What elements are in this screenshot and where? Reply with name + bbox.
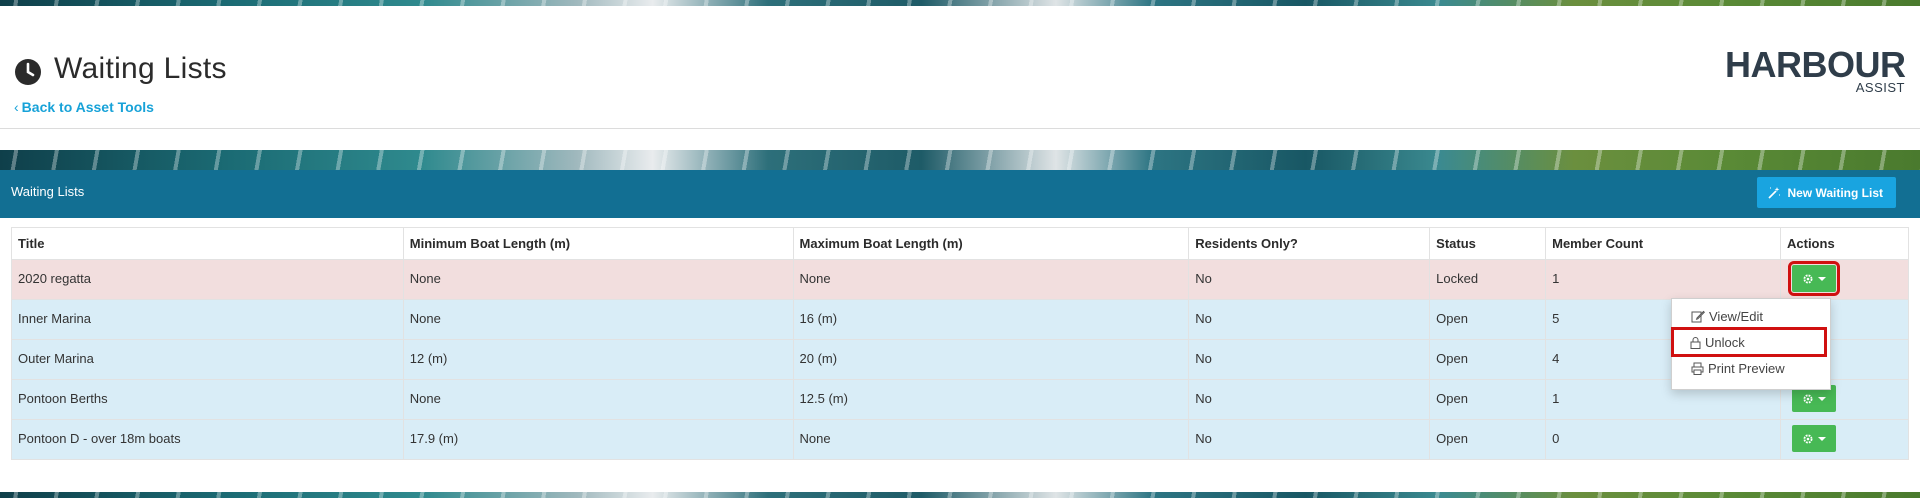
row-actions-dropdown-menu: View/Edit Unlock Print Preview: [1671, 298, 1831, 390]
back-to-asset-tools-link[interactable]: ‹ Back to Asset Tools: [14, 99, 154, 115]
cell-max-length: None: [792, 419, 1190, 460]
cell-residents-only: No: [1188, 379, 1431, 420]
chevron-left-icon: ‹: [14, 99, 19, 115]
banner-photo-strip: [0, 150, 1920, 170]
cell-max-length: 20 (m): [792, 339, 1190, 380]
waiting-lists-table: Title Minimum Boat Length (m) Maximum Bo…: [11, 227, 1909, 460]
logo-subtitle: ASSIST: [1855, 80, 1905, 95]
cell-member-count: 0: [1545, 419, 1781, 460]
new-waiting-list-label: New Waiting List: [1787, 185, 1883, 200]
column-header-status[interactable]: Status: [1429, 227, 1547, 260]
cell-residents-only: No: [1188, 299, 1431, 340]
gear-icon: [1803, 394, 1813, 403]
panel-header: Waiting Lists New Waiting List: [0, 170, 1920, 218]
cell-max-length: None: [792, 259, 1190, 300]
cell-title: Outer Marina: [11, 339, 404, 380]
panel-title: Waiting Lists: [11, 184, 85, 199]
new-waiting-list-button[interactable]: New Waiting List: [1757, 177, 1896, 208]
cell-status: Open: [1429, 339, 1547, 380]
cell-min-length: 12 (m): [402, 339, 794, 380]
magic-wand-icon: [1768, 186, 1781, 199]
cell-title: Pontoon Berths: [11, 379, 404, 420]
menu-item-print-preview[interactable]: Print Preview: [1691, 361, 1785, 376]
page-header: [0, 6, 1920, 128]
caret-down-icon: [1818, 436, 1826, 441]
cell-actions: [1780, 259, 1909, 300]
column-header-member-count[interactable]: Member Count: [1545, 227, 1781, 260]
cell-min-length: None: [402, 379, 794, 420]
menu-item-view-edit[interactable]: View/Edit: [1691, 309, 1763, 324]
gear-icon: [1803, 434, 1813, 443]
harbour-assist-logo: HARBOUR ASSIST: [1725, 44, 1906, 95]
footer-background-photo: [0, 492, 1920, 498]
row-actions-button[interactable]: [1792, 425, 1836, 452]
cell-min-length: 17.9 (m): [402, 419, 794, 460]
table-row: Inner Marina None 16 (m) No Open 5: [11, 299, 1909, 340]
column-header-max-length[interactable]: Maximum Boat Length (m): [792, 227, 1190, 260]
menu-item-label: Unlock: [1705, 334, 1745, 350]
cell-status: Locked: [1429, 259, 1547, 300]
column-header-actions: Actions: [1780, 227, 1909, 260]
caret-down-icon: [1818, 396, 1826, 401]
cell-residents-only: No: [1188, 419, 1431, 460]
menu-item-label: Print Preview: [1708, 361, 1785, 376]
row-actions-button[interactable]: [1788, 261, 1840, 296]
cell-residents-only: No: [1188, 339, 1431, 380]
back-link-label: Back to Asset Tools: [21, 99, 154, 115]
edit-icon: [1691, 310, 1705, 323]
cell-member-count: 1: [1545, 259, 1781, 300]
menu-item-unlock[interactable]: Unlock: [1671, 327, 1827, 357]
cell-max-length: 12.5 (m): [792, 379, 1190, 420]
cell-status: Open: [1429, 379, 1547, 420]
print-icon: [1691, 362, 1704, 375]
column-header-title[interactable]: Title: [11, 227, 404, 260]
header-divider: [0, 128, 1920, 129]
page-title: Waiting Lists: [54, 52, 227, 85]
gear-icon: [1803, 274, 1813, 283]
cell-title: 2020 regatta: [11, 259, 404, 300]
cell-min-length: None: [402, 259, 794, 300]
table-row: Pontoon Berths None 12.5 (m) No Open 1: [11, 379, 1909, 420]
cell-title: Pontoon D - over 18m boats: [11, 419, 404, 460]
clock-icon: [15, 59, 41, 85]
lock-icon: [1690, 336, 1701, 349]
cell-status: Open: [1429, 299, 1547, 340]
cell-max-length: 16 (m): [792, 299, 1190, 340]
column-header-min-length[interactable]: Minimum Boat Length (m): [402, 227, 794, 260]
cell-actions: [1780, 419, 1909, 460]
cell-residents-only: No: [1188, 259, 1431, 300]
caret-down-icon: [1818, 276, 1826, 281]
cell-title: Inner Marina: [11, 299, 404, 340]
cell-min-length: None: [402, 299, 794, 340]
column-header-residents-only[interactable]: Residents Only?: [1188, 227, 1431, 260]
menu-item-label: View/Edit: [1709, 309, 1763, 324]
table-row: Outer Marina 12 (m) 20 (m) No Open 4: [11, 339, 1909, 380]
cell-status: Open: [1429, 419, 1547, 460]
table-row: Pontoon D - over 18m boats 17.9 (m) None…: [11, 419, 1909, 460]
panel-body: Title Minimum Boat Length (m) Maximum Bo…: [0, 218, 1920, 492]
table-header-row: Title Minimum Boat Length (m) Maximum Bo…: [11, 227, 1909, 260]
table-row: 2020 regatta None None No Locked 1: [11, 259, 1909, 300]
